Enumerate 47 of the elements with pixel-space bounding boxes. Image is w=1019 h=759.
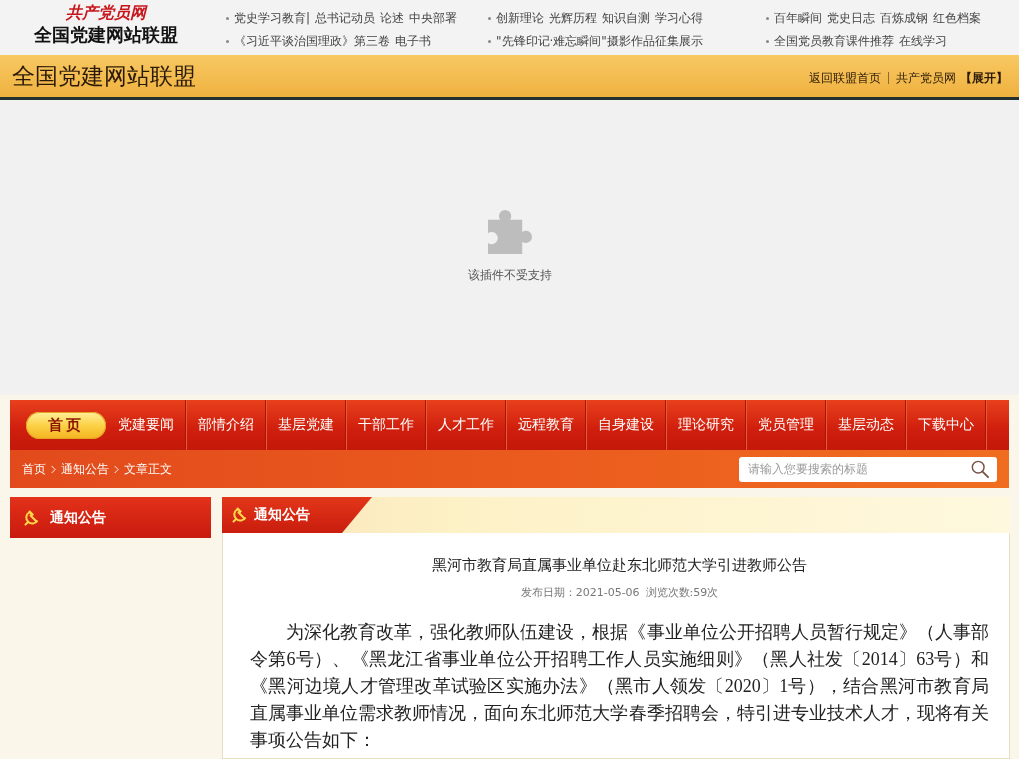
header-link[interactable]: 红色档案 xyxy=(933,10,981,27)
bullet-icon xyxy=(488,40,491,43)
site-title: 全国党建网站联盟 xyxy=(12,61,196,91)
emblem-icon xyxy=(232,507,248,523)
header-link[interactable]: 百年瞬间 xyxy=(774,10,822,27)
breadcrumb-link[interactable]: 通知公告 xyxy=(61,460,109,478)
search-field[interactable]: 请输入您要搜索的标题 xyxy=(739,456,997,482)
header-link[interactable]: 全国党员教育课件推荐 xyxy=(774,33,894,50)
header-link[interactable]: 在线学习 xyxy=(899,33,947,50)
breadcrumb-link[interactable]: 文章正文 xyxy=(124,460,172,478)
search-icon[interactable] xyxy=(971,459,989,478)
expand-link[interactable]: 【展开】 xyxy=(960,69,1008,87)
plugin-message: 该插件不受支持 xyxy=(467,267,552,283)
bullet-icon xyxy=(226,40,229,43)
bullet-icon xyxy=(766,40,769,43)
breadcrumb-link[interactable]: 首页 xyxy=(22,460,46,478)
article-title: 黑河市教育局直属事业单位赴东北师范大学引进教师公告 xyxy=(431,555,808,575)
logo-brush-text: 共产党员网 xyxy=(66,3,146,23)
banner-link[interactable]: 返回联盟首页 xyxy=(809,69,881,87)
header-link[interactable]: 光辉历程 xyxy=(549,10,597,27)
header-link[interactable]: 总书记动员 xyxy=(315,10,376,27)
article-body: 为深化教育改革，强化教师队伍建设，根据《事业单位公开招聘人员暂行规定》（人事部令第6号）、《黑龙江省事业单位公开招聘工作人员实施细则》（黑人社发〔2014〕63号）和《黑河边境人才管理改革试验区实施办法》（黑市人领发〔2020〕1号），结合黑河市教育局直属事业单位需求教师情况，面向东北师范大学春季招聘会，特引进专业技术人才，现将有关事项公告如下： xyxy=(250,621,989,752)
header-link[interactable]: "先锋印记·难忘瞬间"摄影作品征集展示 xyxy=(496,33,703,50)
header-link[interactable]: 知识自测 xyxy=(602,10,650,27)
bullet-icon xyxy=(766,17,769,20)
section-title: 通知公告 xyxy=(254,506,310,524)
nav-tab[interactable]: 首页 xyxy=(26,411,106,439)
bullet-icon xyxy=(226,17,229,20)
header-link[interactable]: 党史日志 xyxy=(827,10,875,27)
header-link[interactable]: 《习近平谈治国理政》第三卷 xyxy=(234,33,390,50)
banner-link[interactable]: 共产党员网 xyxy=(896,69,956,87)
publish-date: 发布日期：2021-05-06 xyxy=(520,585,640,601)
header-link[interactable]: 百炼成钢 xyxy=(880,10,928,27)
chevron-icon xyxy=(114,464,119,474)
chevron-icon xyxy=(51,464,56,474)
header-link[interactable]: 电子书 xyxy=(395,33,431,50)
puzzle-icon xyxy=(487,210,532,254)
header-link[interactable]: 论述 xyxy=(380,10,405,27)
sidebar-title: 通知公告 xyxy=(50,508,106,527)
header-link[interactable]: 创新理论 xyxy=(496,10,544,27)
logo-title: 全国党建网站联盟 xyxy=(34,23,178,47)
bullet-icon xyxy=(488,17,491,20)
header-link[interactable]: 学习心得 xyxy=(655,10,703,27)
header-link[interactable]: 中央部署 xyxy=(409,10,458,27)
view-count: 浏览次数:59次 xyxy=(645,585,719,601)
header-link[interactable]: 党史学习教育| xyxy=(234,10,311,27)
emblem-icon xyxy=(24,509,40,526)
